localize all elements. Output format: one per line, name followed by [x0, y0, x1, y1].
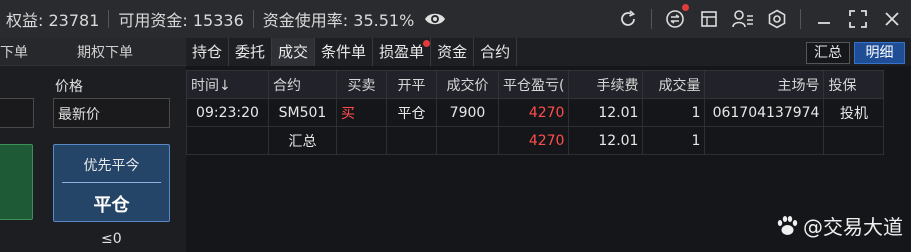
col-open-close-header[interactable]: 开平 [386, 70, 437, 99]
divider [252, 10, 254, 28]
notification-dot [682, 4, 689, 11]
notification-dot [423, 40, 431, 47]
tab-conditional-orders[interactable]: 条件单 [315, 38, 374, 66]
close-position-button[interactable]: 优先平今 平仓 [53, 144, 170, 222]
cell-summary-fee: 12.01 [568, 126, 644, 155]
tab-order[interactable]: 下单 [0, 42, 28, 62]
tab-stop-orders[interactable]: 损盈单 [373, 38, 432, 66]
col-pnl-header[interactable]: 平仓盈亏( [497, 70, 570, 99]
equity-label: 权益: 23781 [6, 11, 100, 30]
user-settings-icon[interactable] [732, 8, 754, 30]
cell-open-close: 平仓 [386, 98, 437, 127]
cell-hedge: 投机 [823, 98, 885, 127]
max-quantity-label: ≤0 [101, 231, 122, 247]
summary-button[interactable]: 汇总 [806, 42, 850, 64]
close-today-first-label: 优先平今 [83, 158, 140, 174]
close-icon[interactable] [881, 8, 903, 30]
refresh-icon[interactable] [617, 8, 639, 30]
exchange-icon[interactable] [664, 4, 689, 30]
quantity-field[interactable] [0, 98, 34, 128]
detail-button[interactable]: 明细 [854, 42, 905, 64]
order-tabs: 下单 期权下单 [0, 38, 186, 66]
cell-volume: 1 [642, 98, 706, 127]
col-volume-header[interactable]: 成交量 [642, 70, 706, 99]
tab-funds[interactable]: 资金 [431, 38, 475, 66]
divider [651, 9, 652, 29]
price-field[interactable]: 最新价 [53, 98, 170, 128]
col-price-header[interactable]: 成交价 [436, 70, 499, 99]
tab-trades[interactable]: 成交 [272, 38, 316, 66]
cell-price: 7900 [436, 98, 499, 127]
watermark: @交易大道 [775, 211, 903, 240]
col-time-header[interactable]: 时间↓ [186, 70, 269, 99]
col-hedge-header[interactable]: 投保 [823, 70, 885, 99]
cell-empty [823, 126, 885, 155]
paw-icon [777, 215, 798, 235]
cell-empty [704, 126, 825, 155]
cell-empty [436, 126, 499, 155]
cell-contract: SM501 [268, 98, 337, 127]
cell-exchange-id: 061704137974 [704, 98, 825, 127]
cell-empty [186, 126, 269, 155]
col-exchange-id-header[interactable]: 主场号 [704, 70, 825, 99]
summary-row: 汇总 4270 12.01 1 [186, 126, 885, 155]
gear-icon[interactable] [766, 8, 788, 30]
table-header-row: 时间↓ 合约 买卖 开平 成交价 平仓盈亏( 手续费 成交量 主场号 投保 [186, 70, 885, 99]
price-label: 价格 [55, 79, 83, 95]
calculator-icon[interactable] [698, 8, 720, 30]
cell-empty [336, 126, 387, 155]
cell-pnl: 4270 [497, 98, 570, 127]
col-side-header[interactable]: 买卖 [336, 70, 387, 99]
order-panel: 下单 期权下单 价格 最新价 优先平今 平仓 ≤0 [0, 38, 186, 252]
cell-summary-volume: 1 [642, 126, 706, 155]
minimize-icon[interactable] [813, 8, 835, 30]
trades-table: 时间↓ 合约 买卖 开平 成交价 平仓盈亏( 手续费 成交量 主场号 投保 09… [186, 70, 885, 155]
window-toolbar [605, 0, 911, 38]
fund-usage-label: 资金使用率: 35.51% [262, 11, 415, 30]
divider [800, 9, 801, 29]
tab-contracts[interactable]: 合约 [474, 38, 518, 66]
buy-button[interactable] [0, 144, 33, 220]
table-row[interactable]: 09:23:20 SM501 买 平仓 7900 4270 12.01 1 06… [186, 98, 885, 127]
watermark-text: @交易大道 [803, 215, 903, 239]
eye-icon[interactable] [424, 8, 446, 30]
trades-panel: 持仓 委托 成交 条件单 损盈单 资金 合约 汇总 明细 时间↓ 合约 买卖 开… [186, 38, 911, 252]
divider [62, 182, 161, 183]
cell-summary-pnl: 4270 [497, 126, 570, 155]
col-contract-header[interactable]: 合约 [268, 70, 337, 99]
close-position-label: 平仓 [93, 195, 130, 216]
divider [108, 10, 110, 28]
cell-empty [386, 126, 437, 155]
col-fee-header[interactable]: 手续费 [568, 70, 644, 99]
cell-time: 09:23:20 [186, 98, 269, 127]
cell-fee: 12.01 [568, 98, 644, 127]
tab-orders[interactable]: 委托 [229, 38, 273, 66]
account-summary-bar: 权益: 23781 可用资金: 15336 资金使用率: 35.51% [0, 0, 911, 38]
tab-positions[interactable]: 持仓 [186, 38, 230, 66]
panel-tabs: 持仓 委托 成交 条件单 损盈单 资金 合约 [186, 38, 911, 66]
available-funds-label: 可用资金: 15336 [118, 11, 244, 30]
tab-option-order[interactable]: 期权下单 [77, 42, 133, 62]
cell-side: 买 [336, 98, 387, 127]
cell-summary-label: 汇总 [268, 126, 337, 155]
tab-stop-orders-label: 损盈单 [379, 43, 425, 61]
fullscreen-icon[interactable] [847, 8, 869, 30]
